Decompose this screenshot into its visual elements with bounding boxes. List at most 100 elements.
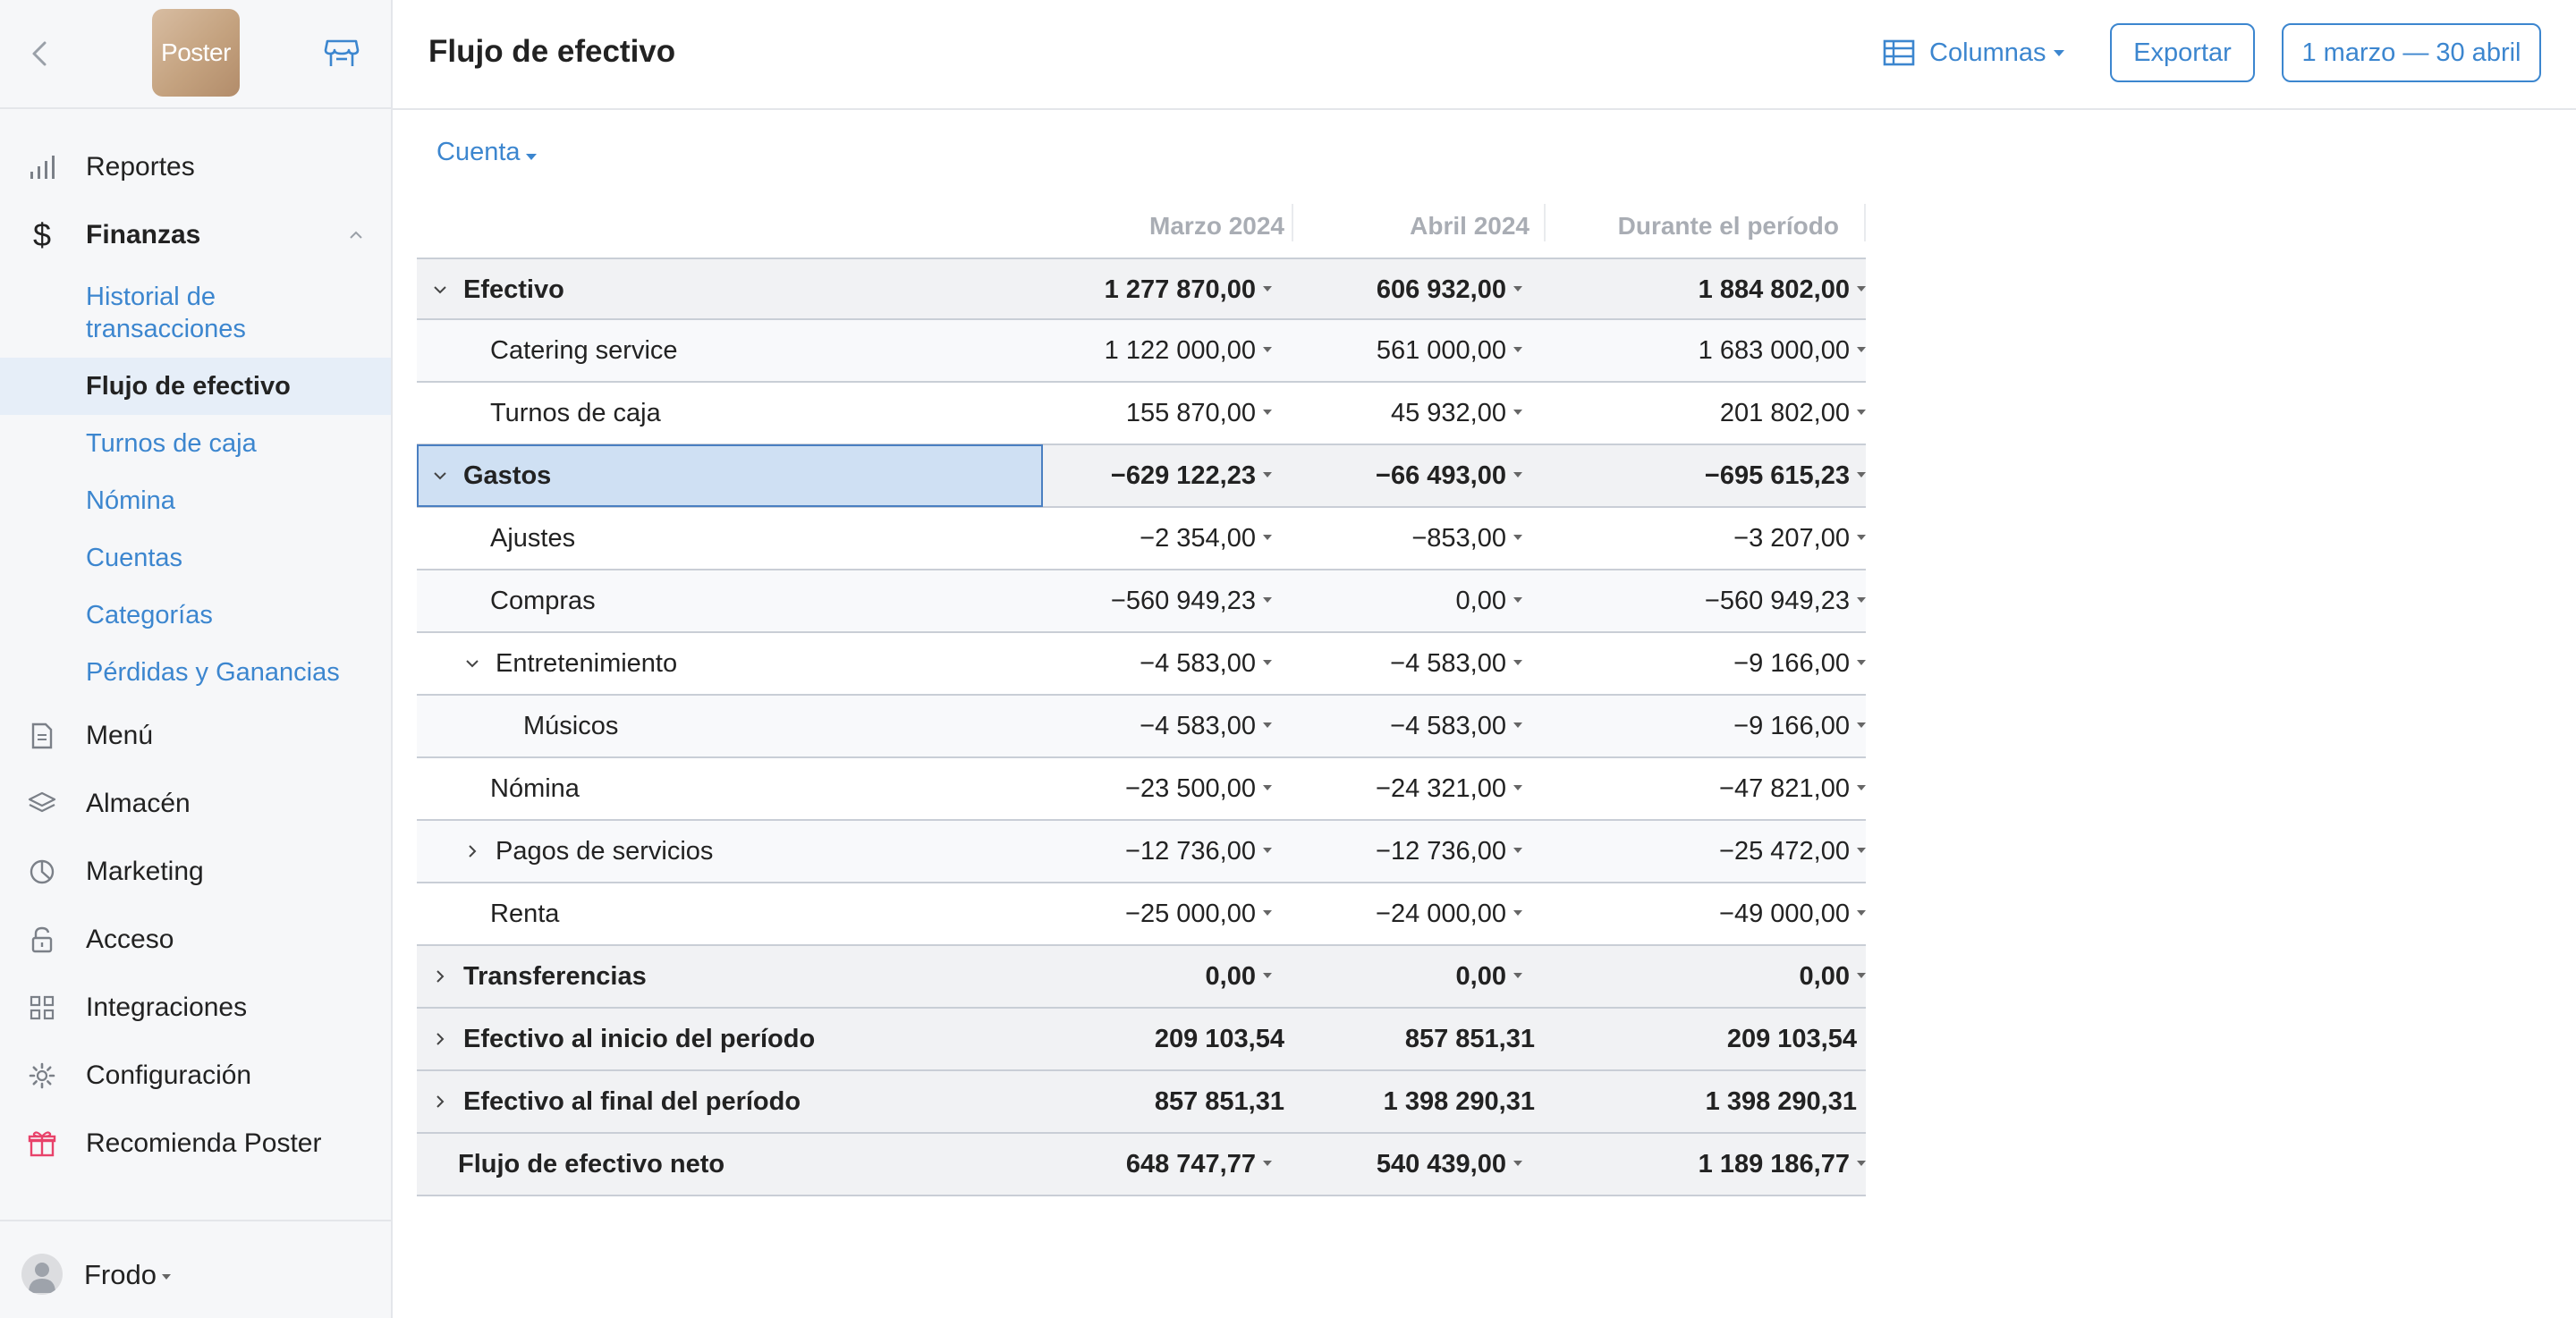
cell-value[interactable]: 648 747,77: [1126, 1134, 1272, 1195]
sub-categorias[interactable]: Categorías: [0, 599, 391, 635]
cell-value[interactable]: −47 821,00: [1719, 758, 1866, 819]
cell-value[interactable]: 0,00: [1800, 946, 1866, 1007]
nav-reportes[interactable]: Reportes: [0, 136, 391, 199]
chevron-right-icon[interactable]: [431, 967, 449, 985]
table-row[interactable]: Ajustes −2 354,00 −853,00 −3 207,00: [417, 508, 1866, 570]
chevron-right-icon[interactable]: [463, 842, 481, 860]
table-row-pagos-servicios[interactable]: Pagos de servicios −12 736,00 −12 736,00…: [417, 821, 1866, 883]
table-row-flujo-neto[interactable]: Flujo de efectivo neto 648 747,77 540 43…: [417, 1134, 1866, 1196]
row-label: Efectivo: [463, 275, 564, 304]
sub-perdidas-ganancias[interactable]: Pérdidas y Ganancias: [0, 656, 391, 692]
table-row[interactable]: Nómina −23 500,00 −24 321,00 −47 821,00: [417, 758, 1866, 821]
cell-value[interactable]: 1 884 802,00: [1699, 259, 1866, 320]
chevron-down-icon[interactable]: [431, 467, 449, 485]
cell-value[interactable]: 1 683 000,00: [1699, 320, 1866, 381]
row-label: Pagos de servicios: [496, 837, 714, 866]
cell-value[interactable]: −4 583,00: [1140, 633, 1272, 694]
cell-value[interactable]: 540 439,00: [1377, 1134, 1522, 1195]
cell-value[interactable]: −3 207,00: [1733, 508, 1866, 569]
table-row[interactable]: Turnos de caja 155 870,00 45 932,00 201 …: [417, 383, 1866, 445]
cell-value[interactable]: −66 493,00: [1376, 445, 1522, 506]
sub-turnos-caja[interactable]: Turnos de caja: [0, 427, 391, 463]
cell-value[interactable]: 155 870,00: [1126, 383, 1272, 444]
cell-value[interactable]: −560 949,23: [1111, 570, 1272, 631]
cell-value[interactable]: −25 000,00: [1125, 883, 1272, 944]
cell-value[interactable]: −9 166,00: [1733, 633, 1866, 694]
cell-value[interactable]: −9 166,00: [1733, 696, 1866, 756]
cell-value[interactable]: −24 321,00: [1376, 758, 1522, 819]
table-row-efectivo-inicio[interactable]: Efectivo al inicio del período 209 103,5…: [417, 1009, 1866, 1071]
chevron-down-icon[interactable]: [463, 655, 481, 672]
cell-value[interactable]: 0,00: [1456, 570, 1522, 631]
sub-nomina[interactable]: Nómina: [0, 485, 391, 520]
nav-menu[interactable]: Menú: [0, 705, 391, 767]
table-row[interactable]: Compras −560 949,23 0,00 −560 949,23: [417, 570, 1866, 633]
columns-button[interactable]: Columnas: [1883, 30, 2064, 75]
nav-integraciones[interactable]: Integraciones: [0, 976, 391, 1039]
cell-value[interactable]: −629 122,23: [1111, 445, 1272, 506]
table-header: Marzo 2024 Abril 2024 Durante el período: [417, 195, 1866, 258]
table-row-efectivo[interactable]: Efectivo 1 277 870,00 606 932,00 1 884 8…: [417, 258, 1866, 320]
cell-value[interactable]: 1 122 000,00: [1105, 320, 1272, 381]
nav-configuracion[interactable]: Configuración: [0, 1044, 391, 1107]
table-row-efectivo-final[interactable]: Efectivo al final del período 857 851,31…: [417, 1071, 1866, 1134]
user-menu[interactable]: Frodo: [84, 1259, 171, 1291]
back-arrow-icon[interactable]: [27, 36, 54, 72]
cell-value[interactable]: −12 736,00: [1376, 821, 1522, 882]
cell-value[interactable]: 201 802,00: [1720, 383, 1866, 444]
nav-almacen[interactable]: Almacén: [0, 773, 391, 835]
chevron-right-icon[interactable]: [431, 1030, 449, 1048]
cell-value[interactable]: −560 949,23: [1705, 570, 1866, 631]
table-row[interactable]: Renta −25 000,00 −24 000,00 −49 000,00: [417, 883, 1866, 946]
table-row[interactable]: Catering service 1 122 000,00 561 000,00…: [417, 320, 1866, 383]
table-row-entretenimiento[interactable]: Entretenimiento −4 583,00 −4 583,00 −9 1…: [417, 633, 1866, 696]
chevron-right-icon[interactable]: [431, 1093, 449, 1111]
nav-acceso[interactable]: Acceso: [0, 908, 391, 971]
nav-finanzas[interactable]: $ Finanzas: [0, 204, 391, 266]
chevron-down-icon[interactable]: [431, 281, 449, 299]
cell-value[interactable]: −24 000,00: [1376, 883, 1522, 944]
cell-value[interactable]: 1 189 186,77: [1699, 1134, 1866, 1195]
bar-chart-icon: [27, 152, 57, 182]
cell-value: 1 398 290,31: [1705, 1087, 1857, 1116]
sidebar: Poster Reportes $ Finanzas Historial de …: [0, 0, 393, 1318]
sub-flujo-efectivo[interactable]: Flujo de efectivo: [0, 358, 391, 415]
cashflow-table: Marzo 2024 Abril 2024 Durante el período…: [417, 195, 1866, 1196]
cell-value[interactable]: 1 277 870,00: [1105, 259, 1272, 320]
date-range-button[interactable]: 1 marzo — 30 abril: [2282, 23, 2541, 82]
cell-value[interactable]: −25 472,00: [1719, 821, 1866, 882]
store-icon[interactable]: [324, 38, 360, 70]
export-button[interactable]: Exportar: [2110, 23, 2255, 82]
cell-value[interactable]: −2 354,00: [1140, 508, 1272, 569]
nav-label: Almacén: [86, 789, 191, 818]
cell-value[interactable]: 606 932,00: [1377, 259, 1522, 320]
cell-value[interactable]: 0,00: [1456, 946, 1522, 1007]
cell-value[interactable]: −49 000,00: [1719, 883, 1866, 944]
column-divider: [1544, 204, 1546, 241]
sub-historial-transacciones[interactable]: Historial de transacciones: [0, 281, 391, 345]
cell-value[interactable]: 561 000,00: [1377, 320, 1522, 381]
cell-value[interactable]: −853,00: [1411, 508, 1522, 569]
page-title: Flujo de efectivo: [428, 34, 676, 69]
cell-value[interactable]: −4 583,00: [1390, 633, 1522, 694]
table-row-transferencias[interactable]: Transferencias 0,00 0,00 0,00: [417, 946, 1866, 1009]
nav-recomienda-poster[interactable]: Recomienda Poster: [0, 1112, 391, 1175]
cell-value[interactable]: −4 583,00: [1390, 696, 1522, 756]
cell-value[interactable]: 0,00: [1206, 946, 1272, 1007]
table-row[interactable]: Músicos −4 583,00 −4 583,00 −9 166,00: [417, 696, 1866, 758]
nav-marketing[interactable]: Marketing: [0, 841, 391, 903]
user-section[interactable]: Frodo: [0, 1220, 391, 1318]
table-row-gastos[interactable]: Gastos −629 122,23 −66 493,00 −695 615,2…: [417, 444, 1866, 508]
nav-label: Marketing: [86, 857, 204, 886]
nav-label: Finanzas: [86, 220, 201, 249]
cell-value[interactable]: −23 500,00: [1125, 758, 1272, 819]
cell-value[interactable]: −12 736,00: [1125, 821, 1272, 882]
cell-value[interactable]: −4 583,00: [1140, 696, 1272, 756]
cell-value[interactable]: −695 615,23: [1705, 445, 1866, 506]
cell-value: 209 103,54: [1726, 1025, 1857, 1053]
sub-cuentas[interactable]: Cuentas: [0, 542, 391, 578]
cell-value[interactable]: 45 932,00: [1391, 383, 1522, 444]
account-filter[interactable]: Cuenta: [436, 138, 537, 167]
columns-label: Columnas: [1929, 38, 2046, 67]
nav-label: Recomienda Poster: [86, 1128, 322, 1158]
